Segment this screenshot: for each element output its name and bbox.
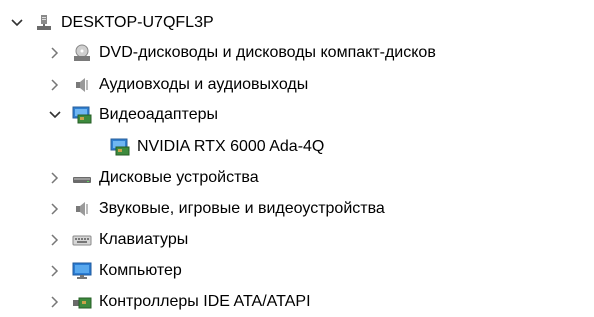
chevron-right-icon[interactable] (48, 46, 62, 60)
chevron-right-icon[interactable] (48, 295, 62, 309)
display-adapter-icon (72, 106, 92, 124)
dvd-drive-icon (72, 44, 92, 62)
tree-item-label: DVD-дисководы и дисководы компакт-дисков (99, 44, 436, 61)
tree-root-label: DESKTOP-U7QFL3P (61, 14, 214, 31)
computer-icon (34, 14, 54, 32)
tree-child-label: NVIDIA RTX 6000 Ada-4Q (137, 138, 325, 155)
tree-item-label: Звуковые, игровые и видеоустройства (99, 200, 385, 217)
speaker-icon (72, 76, 92, 94)
tree-root[interactable]: DESKTOP-U7QFL3P (10, 8, 214, 38)
tree-item-label: Клавиатуры (99, 231, 189, 248)
chevron-right-icon[interactable] (48, 202, 62, 216)
tree-child-nvidia[interactable]: NVIDIA RTX 6000 Ada-4Q (110, 132, 324, 162)
tree-item-computer[interactable]: Компьютер (48, 256, 182, 286)
speaker-icon (72, 200, 92, 218)
tree-item-label: Аудиовходы и аудиовыходы (99, 76, 309, 93)
chevron-down-icon[interactable] (48, 108, 62, 122)
controller-icon (72, 293, 92, 311)
tree-item-dvd[interactable]: DVD-дисководы и дисководы компакт-дисков (48, 38, 436, 68)
tree-item-label: Контроллеры IDE ATA/ATAPI (99, 293, 311, 310)
tree-item-sound-devices[interactable]: Звуковые, игровые и видеоустройства (48, 194, 385, 224)
display-adapter-icon (110, 138, 130, 156)
tree-item-disk-drives[interactable]: Дисковые устройства (48, 163, 259, 193)
tree-item-label: Дисковые устройства (99, 169, 259, 186)
tree-item-audio-io[interactable]: Аудиовходы и аудиовыходы (48, 70, 308, 100)
disk-drive-icon (72, 169, 92, 187)
chevron-down-icon[interactable] (10, 16, 24, 30)
device-tree: DESKTOP-U7QFL3P DVD-дисководы и дисковод… (0, 0, 594, 314)
monitor-icon (72, 262, 92, 280)
chevron-right-icon[interactable] (48, 171, 62, 185)
keyboard-icon (72, 231, 92, 249)
tree-item-video-adapters[interactable]: Видеоадаптеры (48, 100, 218, 130)
chevron-right-icon[interactable] (48, 78, 62, 92)
chevron-right-icon[interactable] (48, 233, 62, 247)
tree-item-label: Видеоадаптеры (99, 106, 218, 123)
tree-item-ide-controllers[interactable]: Контроллеры IDE ATA/ATAPI (48, 287, 311, 317)
tree-item-label: Компьютер (99, 262, 182, 279)
chevron-right-icon[interactable] (48, 264, 62, 278)
tree-item-keyboards[interactable]: Клавиатуры (48, 225, 188, 255)
